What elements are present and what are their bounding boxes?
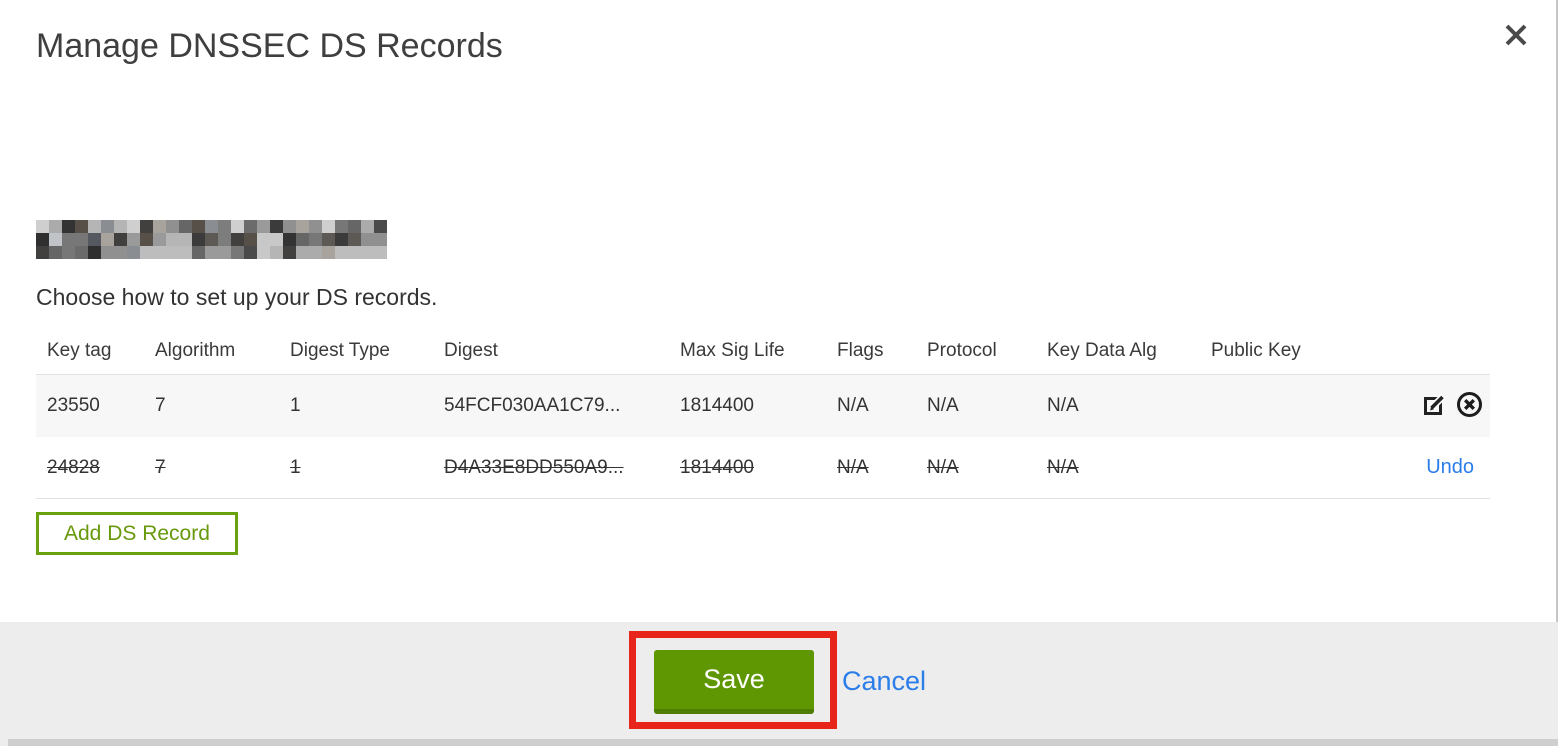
cell-digest-type: 1 [290, 456, 301, 478]
cell-max-sig-life: 1814400 [680, 395, 754, 416]
undo-link[interactable]: Undo [1426, 456, 1484, 479]
footer-bar: Save Cancel [0, 622, 1558, 746]
close-x-icon [1502, 24, 1530, 52]
modal-bottom-edge [8, 739, 1558, 746]
row-actions: Undo [1361, 456, 1490, 479]
page: Manage DNSSEC DS Records Choose how to s… [0, 0, 1568, 746]
cell-flags: N/A [837, 395, 869, 416]
close-button[interactable] [1500, 20, 1532, 52]
redacted-domain-name [36, 220, 387, 259]
row-actions [1361, 391, 1490, 421]
col-header-digest-type: Digest Type [290, 340, 390, 361]
page-title: Manage DNSSEC DS Records [36, 27, 503, 65]
table-row: 23550 7 1 54FCF030AA1C79... 1814400 N/A … [36, 375, 1490, 437]
manage-dnssec-modal: Manage DNSSEC DS Records Choose how to s… [0, 0, 1558, 746]
cell-key-tag: 24828 [47, 456, 100, 478]
delete-record-button[interactable] [1454, 391, 1484, 421]
edit-record-button[interactable] [1420, 391, 1450, 421]
cell-digest: D4A33E8DD550A9... [444, 456, 624, 478]
cell-max-sig-life: 1814400 [680, 456, 754, 478]
col-header-key-tag: Key tag [47, 340, 112, 361]
ds-records-table: Key tag Algorithm Digest Type Digest Max… [36, 328, 1490, 499]
cell-key-data-alg: N/A [1047, 395, 1079, 416]
cell-protocol: N/A [927, 395, 959, 416]
cell-algorithm: 7 [155, 456, 166, 478]
col-header-public-key: Public Key [1211, 340, 1301, 361]
cell-digest-type: 1 [290, 395, 301, 416]
save-button[interactable]: Save [654, 650, 814, 714]
col-header-protocol: Protocol [927, 340, 997, 361]
col-header-flags: Flags [837, 340, 884, 361]
cell-flags: N/A [837, 456, 869, 478]
cell-key-tag: 23550 [47, 395, 100, 416]
add-ds-record-button[interactable]: Add DS Record [36, 512, 238, 555]
cell-digest: 54FCF030AA1C79... [444, 395, 621, 416]
cancel-link[interactable]: Cancel [842, 666, 926, 697]
col-header-digest: Digest [444, 340, 498, 361]
instruction-text: Choose how to set up your DS records. [36, 284, 438, 310]
edit-pencil-square-icon [1422, 391, 1449, 421]
cell-key-data-alg: N/A [1047, 456, 1079, 478]
cell-algorithm: 7 [155, 395, 166, 416]
table-row-deleted: 24828 7 1 D4A33E8DD550A9... 1814400 N/A … [36, 437, 1490, 499]
col-header-key-data-alg: Key Data Alg [1047, 340, 1157, 361]
col-header-max-sig-life: Max Sig Life [680, 340, 785, 361]
col-header-algorithm: Algorithm [155, 340, 236, 361]
table-header-row: Key tag Algorithm Digest Type Digest Max… [36, 328, 1490, 375]
circle-x-icon [1455, 390, 1484, 422]
cell-protocol: N/A [927, 456, 959, 478]
